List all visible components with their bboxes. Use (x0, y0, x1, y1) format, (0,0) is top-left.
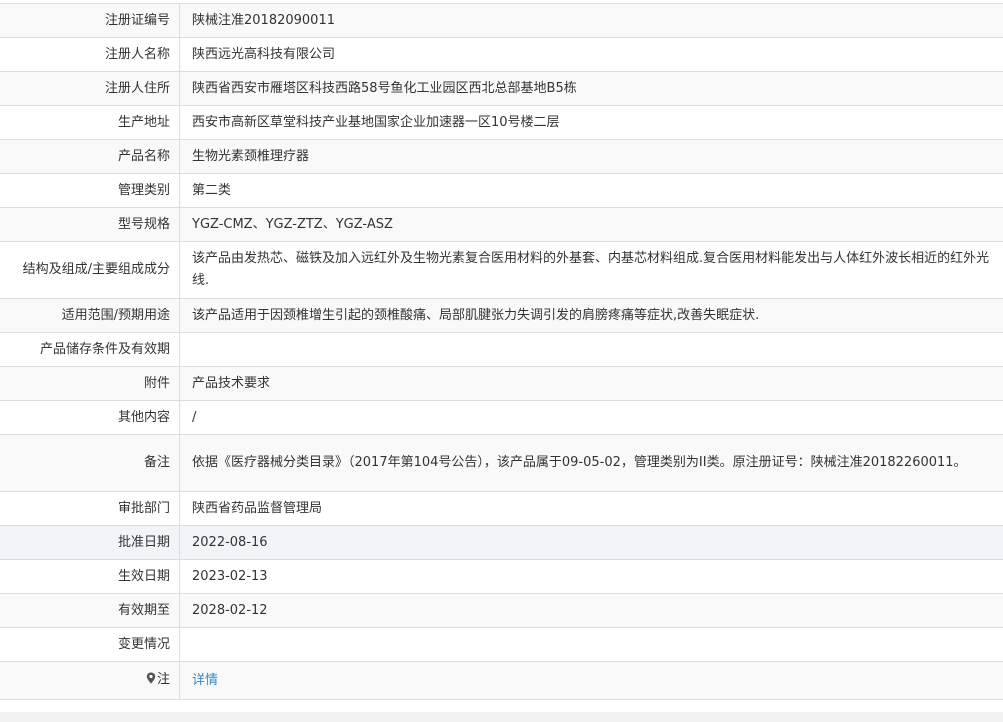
row-valid-until: 有效期至 2028-02-12 (0, 593, 1003, 628)
label-remarks: 备注 (143, 455, 170, 470)
label-change-status: 变更情况 (117, 636, 170, 652)
row-other-content: 其他内容 / (0, 400, 1003, 435)
value-approval-department: 陕西省药品监督管理局 (179, 491, 1003, 526)
value-model-spec: YGZ-CMZ、YGZ-ZTZ、YGZ-ASZ (179, 207, 1003, 242)
row-remarks: 备注 依据《医疗器械分类目录》（2017年第104号公告），该产品属于09-05… (0, 434, 1003, 492)
row-change-status: 变更情况 (0, 627, 1003, 662)
value-remarks: 依据《医疗器械分类目录》（2017年第104号公告），该产品属于09-05-02… (179, 434, 1003, 492)
value-registrant-name: 陕西远光高科技有限公司 (179, 37, 1003, 72)
registration-detail-page: 注册证编号 陕械注准20182090011 注册人名称 陕西远光高科技有限公司 … (0, 0, 1003, 722)
label-model-spec: 型号规格 (117, 216, 170, 232)
row-registrant-name: 注册人名称 陕西远光高科技有限公司 (0, 37, 1003, 72)
row-approval-department: 审批部门 陕西省药品监督管理局 (0, 491, 1003, 526)
value-registration-number: 陕械注准20182090011 (179, 3, 1003, 38)
value-storage-conditions (179, 332, 1003, 367)
row-registrant-address: 注册人住所 陕西省西安市雁塔区科技西路58号鱼化工业园区西北总部基地B5栋 (0, 71, 1003, 106)
value-other-content: / (179, 400, 1003, 435)
note-label-text: 注 (156, 672, 170, 687)
label-effective-date: 生效日期 (117, 568, 170, 584)
label-approval-department: 审批部门 (117, 500, 170, 516)
row-production-address: 生产地址 西安市高新区草堂科技产业基地国家企业加速器一区10号楼二层 (0, 105, 1003, 140)
row-management-category: 管理类别 第二类 (0, 173, 1003, 208)
registration-info-table: 注册证编号 陕械注准20182090011 注册人名称 陕西远光高科技有限公司 … (0, 3, 1003, 700)
label-intended-use: 适用范围/预期用途 (61, 307, 170, 323)
row-structure-composition: 结构及组成/主要组成成分 该产品由发热芯、磁铁及加入远红外及生物光素复合医用材料… (0, 241, 1003, 299)
row-model-spec: 型号规格 YGZ-CMZ、YGZ-ZTZ、YGZ-ASZ (0, 207, 1003, 242)
value-note: 详情 (179, 661, 1003, 700)
value-production-address: 西安市高新区草堂科技产业基地国家企业加速器一区10号楼二层 (179, 105, 1003, 140)
row-intended-use: 适用范围/预期用途 该产品适用于因颈椎增生引起的颈椎酸痛、局部肌腱张力失调引发的… (0, 298, 1003, 333)
label-production-address: 生产地址 (117, 114, 170, 130)
label-other-content: 其他内容 (117, 409, 170, 425)
label-registration-number: 注册证编号 (104, 12, 170, 28)
pin-icon (146, 670, 156, 692)
label-product-name: 产品名称 (117, 148, 170, 164)
label-registrant-address: 注册人住所 (104, 80, 170, 96)
value-attachments: 产品技术要求 (179, 366, 1003, 401)
value-structure-composition: 该产品由发热芯、磁铁及加入远红外及生物光素复合医用材料的外基套、内基芯材料组成.… (179, 241, 1003, 299)
value-registrant-address: 陕西省西安市雁塔区科技西路58号鱼化工业园区西北总部基地B5栋 (179, 71, 1003, 106)
value-approval-date: 2022-08-16 (179, 525, 1003, 560)
label-storage-conditions: 产品储存条件及有效期 (39, 341, 170, 357)
details-link[interactable]: 详情 (192, 673, 218, 688)
row-product-name: 产品名称 生物光素颈椎理疗器 (0, 139, 1003, 174)
label-management-category: 管理类别 (117, 182, 170, 198)
row-registration-number: 注册证编号 陕械注准20182090011 (0, 3, 1003, 38)
label-note: 注 (0, 662, 180, 700)
row-approval-date: 批准日期 2022-08-16 (0, 525, 1003, 560)
row-storage-conditions: 产品储存条件及有效期 (0, 332, 1003, 367)
value-change-status (179, 627, 1003, 662)
page-bottom-edge (0, 712, 1003, 722)
value-effective-date: 2023-02-13 (179, 559, 1003, 594)
row-attachments: 附件 产品技术要求 (0, 366, 1003, 401)
label-attachments: 附件 (143, 375, 170, 391)
label-approval-date: 批准日期 (117, 534, 170, 550)
value-management-category: 第二类 (179, 173, 1003, 208)
row-note: 注 详情 (0, 661, 1003, 700)
value-valid-until: 2028-02-12 (179, 593, 1003, 628)
label-structure-composition: 结构及组成/主要组成成分 (22, 262, 170, 277)
label-valid-until: 有效期至 (117, 602, 170, 618)
value-intended-use: 该产品适用于因颈椎增生引起的颈椎酸痛、局部肌腱张力失调引发的肩膀疼痛等症状,改善… (179, 298, 1003, 333)
label-registrant-name: 注册人名称 (104, 46, 170, 62)
row-effective-date: 生效日期 2023-02-13 (0, 559, 1003, 594)
value-product-name: 生物光素颈椎理疗器 (179, 139, 1003, 174)
